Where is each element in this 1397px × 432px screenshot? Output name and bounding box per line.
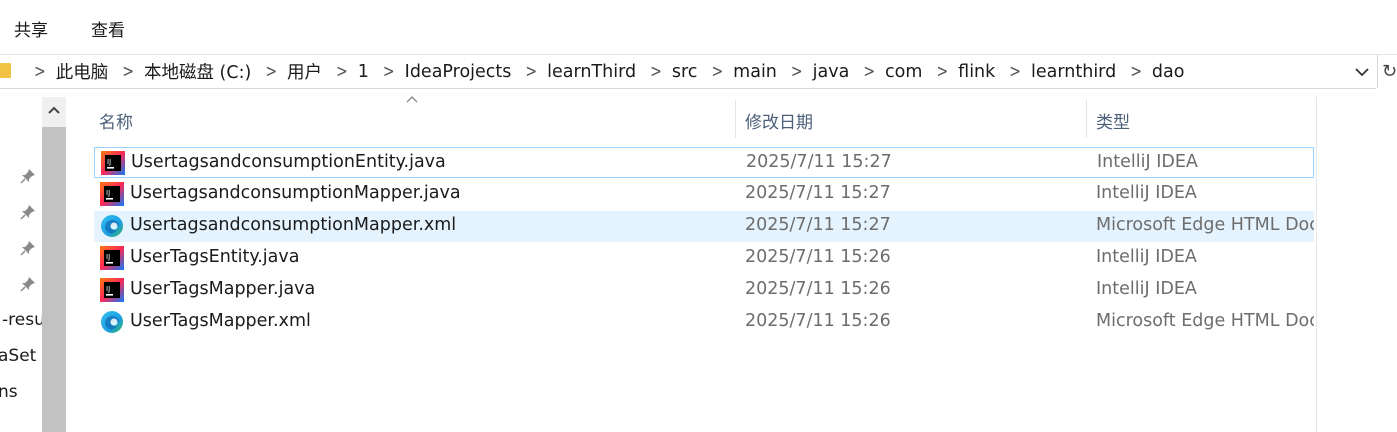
file-name: UserTagsEntity.java xyxy=(130,247,300,267)
breadcrumb-learnthird[interactable]: learnthird xyxy=(1031,62,1116,82)
address-bar[interactable]: > 此电脑 > 本地磁盘 (C:) > 用户 >1 > IdeaProjects > le… xyxy=(0,55,1376,89)
chevron-right-icon[interactable]: > xyxy=(791,62,803,82)
nav-item[interactable]: -resu xyxy=(2,310,42,330)
intellij-icon: IJ xyxy=(100,182,124,206)
file-name: UsertagsandconsumptionEntity.java xyxy=(131,152,446,172)
pin-icon[interactable] xyxy=(20,240,36,256)
file-type: IntelliJ IDEA xyxy=(1096,247,1197,267)
svg-text:IJ: IJ xyxy=(106,253,110,261)
refresh-icon: ↻ xyxy=(1382,61,1397,82)
ribbon: 共享 查看 xyxy=(0,0,1397,54)
intellij-icon: IJ xyxy=(100,278,124,302)
breadcrumb: > 此电脑 > 本地磁盘 (C:) > 用户 >1 > IdeaProjects > le… xyxy=(20,55,1184,88)
breadcrumb-java[interactable]: java xyxy=(813,62,850,82)
breadcrumb-com[interactable]: com xyxy=(885,62,922,82)
chevron-down-icon[interactable] xyxy=(1354,62,1370,82)
edge-icon xyxy=(101,311,123,333)
column-header-type[interactable]: 类型 xyxy=(1096,108,1130,133)
svg-text:IJ: IJ xyxy=(107,158,111,166)
nav-item[interactable]: ns xyxy=(0,382,18,402)
chevron-right-icon[interactable]: > xyxy=(336,62,348,82)
refresh-button[interactable]: ↻ xyxy=(1377,55,1397,88)
chevron-right-icon[interactable]: > xyxy=(525,62,537,82)
pin-icon[interactable] xyxy=(20,276,36,292)
chevron-right-icon[interactable]: > xyxy=(122,62,134,82)
tab-share[interactable]: 共享 xyxy=(14,16,48,41)
file-type: Microsoft Edge HTML Document xyxy=(1096,215,1314,235)
file-type: IntelliJ IDEA xyxy=(1096,183,1197,203)
breadcrumb-src[interactable]: src xyxy=(672,62,698,82)
breadcrumb-learnthird-project[interactable]: learnThird xyxy=(547,62,636,82)
breadcrumb-users[interactable]: 用户 xyxy=(287,59,322,84)
breadcrumb-this-pc[interactable]: 此电脑 xyxy=(56,59,109,84)
column-header-date[interactable]: 修改日期 xyxy=(745,108,813,133)
edge-icon xyxy=(101,215,123,237)
file-modified-date: 2025/7/11 15:26 xyxy=(745,247,891,267)
pin-icon[interactable] xyxy=(20,204,36,220)
intellij-icon: IJ xyxy=(101,151,125,175)
column-divider[interactable] xyxy=(1086,100,1087,138)
column-header-name[interactable]: 名称 xyxy=(99,108,133,133)
breadcrumb-flink[interactable]: flink xyxy=(958,62,995,82)
breadcrumb-c-drive[interactable]: 本地磁盘 (C:) xyxy=(144,59,251,84)
file-modified-date: 2025/7/11 15:26 xyxy=(745,311,891,331)
file-row[interactable]: IJ UserTagsMapper.java 2025/7/11 15:26 I… xyxy=(94,275,1314,306)
file-type: Microsoft Edge HTML Document xyxy=(1096,311,1314,331)
file-name: UsertagsandconsumptionMapper.java xyxy=(130,183,461,203)
sort-ascending-icon xyxy=(406,96,418,103)
breadcrumb-user-1[interactable]: 1 xyxy=(358,62,369,82)
nav-item[interactable]: aSet xyxy=(0,346,36,366)
pin-icon[interactable] xyxy=(20,168,36,184)
breadcrumb-main[interactable]: main xyxy=(733,62,777,82)
file-name: UserTagsMapper.xml xyxy=(130,311,311,331)
svg-text:IJ: IJ xyxy=(106,189,110,197)
file-row[interactable]: IJ UsertagsandconsumptionMapper.java 202… xyxy=(94,179,1314,210)
chevron-right-icon[interactable]: > xyxy=(711,62,723,82)
breadcrumb-ideaprojects[interactable]: IdeaProjects xyxy=(405,62,512,82)
file-modified-date: 2025/7/11 15:26 xyxy=(745,279,891,299)
file-row[interactable]: UsertagsandconsumptionMapper.xml 2025/7/… xyxy=(94,211,1314,242)
chevron-right-icon[interactable]: > xyxy=(650,62,662,82)
file-name: UsertagsandconsumptionMapper.xml xyxy=(130,215,457,235)
file-type: IntelliJ IDEA xyxy=(1097,152,1198,172)
chevron-right-icon[interactable]: > xyxy=(34,62,46,82)
list-edge xyxy=(1316,97,1317,432)
chevron-right-icon[interactable]: > xyxy=(1009,62,1021,82)
file-row[interactable]: UserTagsMapper.xml 2025/7/11 15:26 Micro… xyxy=(94,307,1314,338)
chevron-right-icon[interactable]: > xyxy=(863,62,875,82)
chevron-right-icon[interactable]: > xyxy=(1130,62,1142,82)
svg-text:IJ: IJ xyxy=(106,285,110,293)
folder-icon xyxy=(0,63,11,78)
column-divider[interactable] xyxy=(735,100,736,138)
file-modified-date: 2025/7/11 15:27 xyxy=(746,152,892,172)
file-modified-date: 2025/7/11 15:27 xyxy=(745,183,891,203)
intellij-icon: IJ xyxy=(100,246,124,270)
file-name: UserTagsMapper.java xyxy=(130,279,316,299)
file-modified-date: 2025/7/11 15:27 xyxy=(745,215,891,235)
file-type: IntelliJ IDEA xyxy=(1096,279,1197,299)
nav-scrollbar-thumb[interactable] xyxy=(42,127,66,432)
chevron-right-icon[interactable]: > xyxy=(936,62,948,82)
chevron-up-icon[interactable] xyxy=(47,103,61,117)
navigation-pane: -resu aSet ns xyxy=(0,90,42,432)
breadcrumb-dao[interactable]: dao xyxy=(1152,62,1185,82)
chevron-right-icon[interactable]: > xyxy=(265,62,277,82)
tab-view[interactable]: 查看 xyxy=(91,16,125,41)
chevron-right-icon[interactable]: > xyxy=(383,62,395,82)
file-row[interactable]: IJ UserTagsEntity.java 2025/7/11 15:26 I… xyxy=(94,243,1314,274)
file-row[interactable]: IJ UsertagsandconsumptionEntity.java 202… xyxy=(94,147,1314,178)
